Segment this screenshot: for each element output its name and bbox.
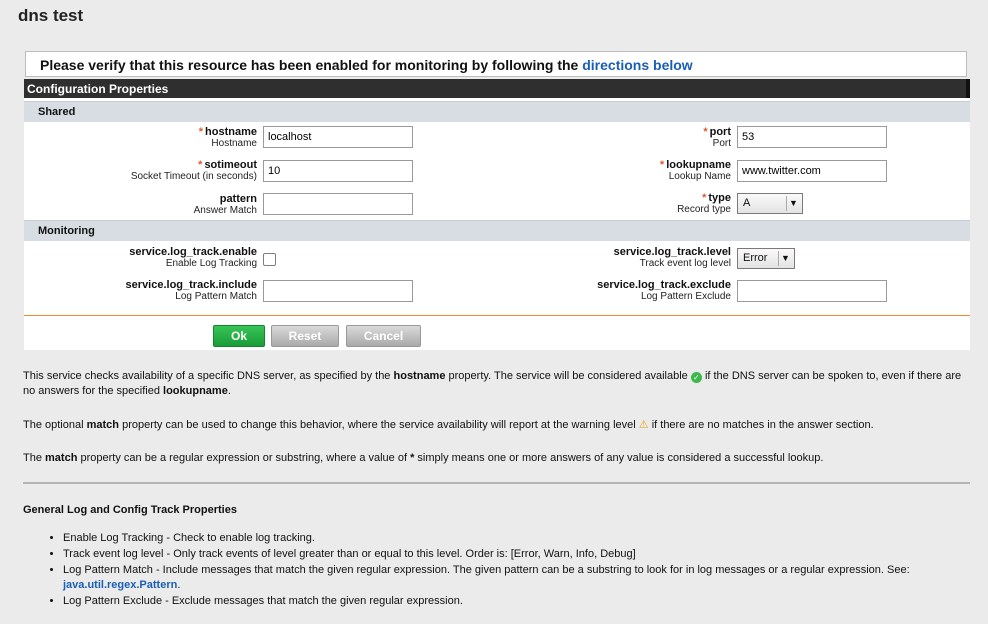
ok-button[interactable]: Ok: [213, 325, 265, 347]
port-desc: Port: [712, 138, 731, 149]
log-level-label: service.log_track.level Track event log …: [501, 246, 731, 270]
required-marker: *: [198, 126, 204, 138]
list-item: Enable Log Tracking - Check to enable lo…: [63, 531, 963, 546]
list-item: Log Pattern Match - Include messages tha…: [63, 563, 963, 593]
list-item-text: Log Pattern Match - Include messages tha…: [63, 564, 910, 576]
check-circle-icon: ✓: [690, 372, 702, 383]
section-divider: [23, 482, 970, 484]
page-title: dns test: [18, 6, 84, 25]
log-enable-label: service.log_track.enable Enable Log Trac…: [27, 246, 257, 270]
type-label: * type Record type: [501, 192, 731, 216]
help-text: property. The service will be considered…: [448, 370, 688, 382]
help-text: property can be used to change this beha…: [122, 419, 636, 431]
directions-link[interactable]: directions below: [582, 57, 692, 73]
port-key: port: [709, 126, 731, 138]
type-key: type: [708, 192, 731, 204]
cancel-button[interactable]: Cancel: [346, 325, 421, 347]
sotimeout-key: sotimeout: [204, 159, 257, 171]
port-label: * port Port: [501, 126, 731, 150]
section-shared: Shared: [24, 101, 970, 122]
general-properties-title: General Log and Config Track Properties: [23, 504, 237, 516]
hostname-key: hostname: [205, 126, 257, 138]
required-marker: *: [198, 159, 203, 171]
log-level-select[interactable]: Error ▼: [737, 248, 795, 269]
regex-pattern-link[interactable]: java.util.regex.Pattern: [63, 579, 177, 591]
help-keyword: match: [45, 452, 78, 464]
lookupname-desc: Lookup Name: [668, 171, 731, 182]
lookupname-label: * lookupname Lookup Name: [501, 159, 731, 183]
pattern-key: pattern: [219, 193, 257, 205]
chevron-down-icon: ▼: [778, 251, 792, 266]
help-paragraph-availability: This service checks availability of a sp…: [23, 369, 968, 399]
type-desc: Record type: [677, 204, 731, 215]
log-enable-desc: Enable Log Tracking: [165, 258, 257, 269]
hostname-desc: Hostname: [211, 138, 257, 149]
port-input[interactable]: [737, 126, 887, 148]
notice-text: Please verify that this resource has bee…: [40, 57, 579, 73]
log-level-key: service.log_track.level: [613, 246, 731, 258]
list-item-text: .: [177, 579, 181, 591]
log-include-input[interactable]: [263, 280, 413, 302]
pattern-label: pattern Answer Match: [27, 193, 257, 217]
log-level-desc: Track event log level: [639, 258, 731, 269]
help-text: .: [227, 385, 231, 397]
reset-button[interactable]: Reset: [271, 325, 339, 347]
monitoring-notice: Please verify that this resource has bee…: [25, 51, 967, 77]
help-paragraph-regex: The match property can be a regular expr…: [23, 451, 968, 466]
help-text: The: [23, 452, 42, 464]
required-marker: *: [659, 159, 665, 171]
pattern-input[interactable]: [263, 193, 413, 215]
sotimeout-desc: Socket Timeout (in seconds): [130, 171, 257, 182]
log-enable-checkbox[interactable]: [263, 253, 276, 266]
pattern-desc: Answer Match: [193, 205, 257, 216]
panel-title: Configuration Properties: [24, 79, 970, 98]
help-keyword: hostname: [393, 370, 446, 382]
required-marker: *: [703, 126, 708, 138]
log-include-desc: Log Pattern Match: [175, 291, 257, 302]
log-exclude-input[interactable]: [737, 280, 887, 302]
log-exclude-label: service.log_track.exclude Log Pattern Ex…: [501, 279, 731, 303]
list-item: Track event log level - Only track event…: [63, 547, 963, 562]
configuration-panel: Configuration Properties Shared * hostnam…: [24, 79, 970, 350]
sotimeout-label: * sotimeout Socket Timeout (in seconds): [27, 159, 257, 183]
log-enable-key: service.log_track.enable: [129, 246, 257, 258]
help-keyword: match: [86, 419, 120, 431]
log-include-key: service.log_track.include: [125, 279, 257, 291]
general-properties-list: Enable Log Tracking - Check to enable lo…: [41, 531, 963, 610]
record-type-select[interactable]: A ▼: [737, 193, 803, 214]
log-level-value: Error: [743, 252, 768, 264]
help-text: if there are no matches in the answer se…: [651, 419, 874, 431]
help-text: The optional: [23, 419, 84, 431]
help-text: simply means one or more answers of any …: [417, 452, 824, 464]
help-keyword: lookupname: [163, 385, 228, 397]
help-text: property can be a regular expression or …: [80, 452, 408, 464]
log-exclude-desc: Log Pattern Exclude: [640, 291, 731, 302]
list-item: Log Pattern Exclude - Exclude messages t…: [63, 594, 963, 609]
section-monitoring: Monitoring: [24, 220, 970, 241]
form-divider: [24, 315, 970, 316]
warning-triangle-icon: ⚠: [638, 419, 649, 431]
hostname-label: * hostname Hostname: [27, 126, 257, 150]
chevron-down-icon: ▼: [786, 196, 800, 211]
log-exclude-key: service.log_track.exclude: [597, 279, 731, 291]
hostname-input[interactable]: [263, 126, 413, 148]
help-text: This service checks availability of a sp…: [23, 370, 391, 382]
required-marker: *: [702, 192, 707, 204]
help-keyword: *: [410, 452, 415, 464]
record-type-value: A: [743, 197, 751, 209]
log-include-label: service.log_track.include Log Pattern Ma…: [27, 279, 257, 303]
lookupname-input[interactable]: [737, 160, 887, 182]
help-paragraph-match: The optional match property can be used …: [23, 418, 968, 433]
lookupname-key: lookupname: [666, 159, 731, 171]
sotimeout-input[interactable]: [263, 160, 413, 182]
